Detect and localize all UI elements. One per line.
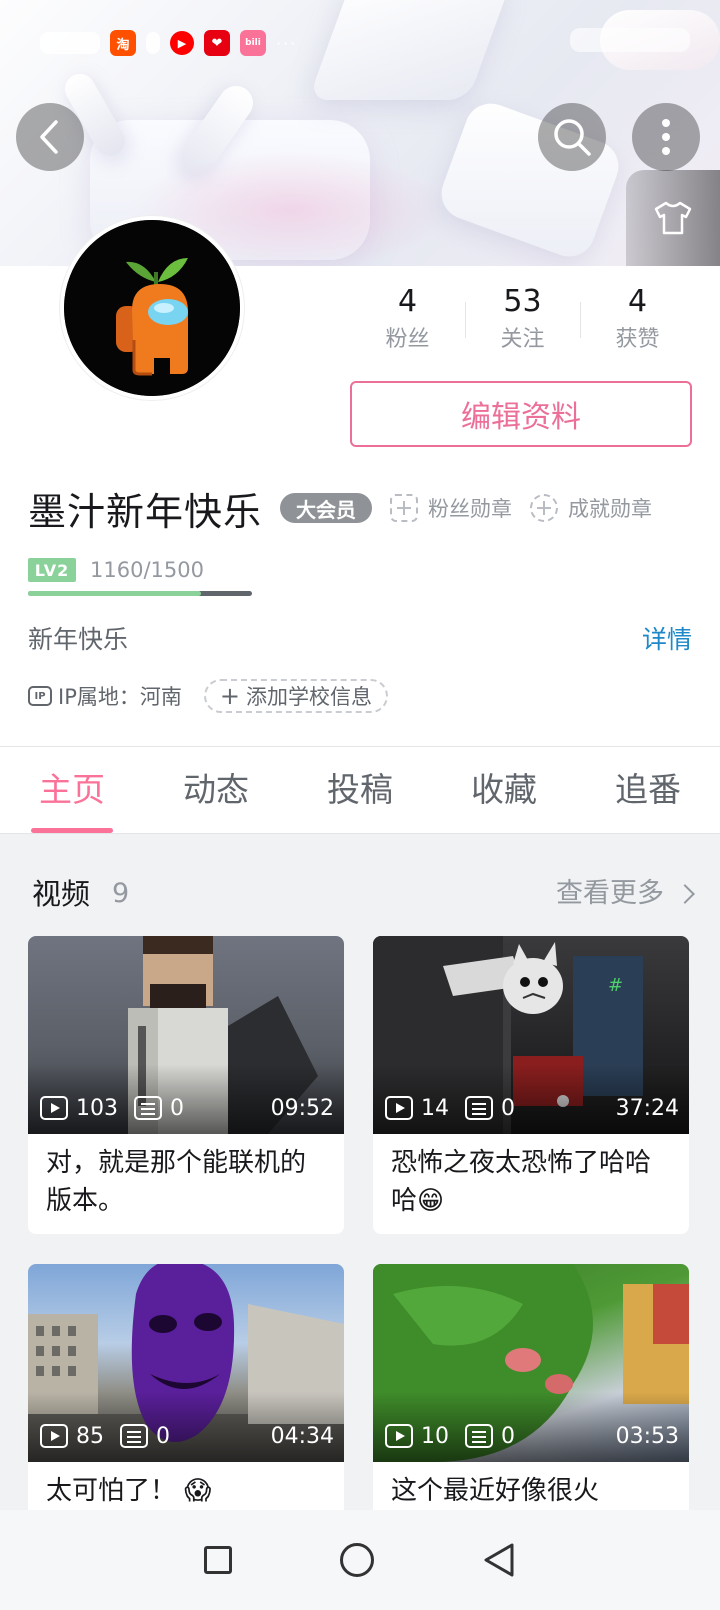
edit-profile-button[interactable]: 编辑资料 (350, 381, 692, 447)
status-bar: 淘 ▶ ❤ bili ··· (0, 0, 720, 80)
achievement-medal-button[interactable]: 成就勋章 (530, 493, 652, 523)
video-duration: 37:24 (615, 1095, 679, 1121)
fan-medal-button[interactable]: 粉丝勋章 (390, 493, 512, 523)
more-vertical-icon (662, 119, 670, 155)
fan-medal-label: 粉丝勋章 (428, 497, 513, 521)
detail-link[interactable]: 详情 (642, 620, 692, 660)
home-button[interactable] (340, 1543, 374, 1577)
play-count-icon (40, 1096, 68, 1120)
add-achievement-icon (530, 494, 559, 522)
more-notifications-icon: ··· (276, 33, 298, 53)
name-row: 墨汁新年快乐 大会员 粉丝勋章 成就勋章 (28, 483, 652, 534)
video-thumbnail: # 14 0 37:24 (373, 936, 689, 1134)
chevron-right-icon (675, 884, 695, 904)
heart-app-icon: ❤ (204, 30, 230, 56)
exp-progress-fill (28, 591, 202, 596)
username: 墨汁新年快乐 (28, 489, 263, 534)
following-count: 53 (503, 284, 542, 319)
signature-text: 新年快乐 (28, 625, 129, 654)
video-thumbnail: 10 0 03:53 (373, 1264, 689, 1462)
add-medal-icon (390, 494, 419, 522)
play-count-icon (40, 1424, 68, 1448)
tshirt-icon (654, 201, 692, 235)
danmaku-count: 0 (170, 1095, 184, 1121)
play-count: 10 (421, 1423, 449, 1449)
svg-text:#: # (608, 975, 623, 996)
video-duration: 04:34 (270, 1423, 334, 1449)
view-more-label: 查看更多 (556, 878, 664, 909)
bilibili-app-icon: bili (240, 30, 266, 56)
video-duration: 03:53 (615, 1423, 679, 1449)
video-title: 对，就是那个能联机的版本。 (46, 1148, 307, 1216)
add-school-label: 添加学校信息 (245, 685, 372, 709)
ip-location-text: IP属地：河南 (58, 685, 182, 709)
followers-count: 4 (397, 284, 418, 319)
danmaku-count-icon (465, 1096, 493, 1120)
add-school-button[interactable]: + 添加学校信息 (203, 679, 388, 713)
profile-page: 淘 ▶ ❤ bili ··· 4 粉丝 53 关注 4 获赞 编辑资料 墨汁新年… (0, 0, 720, 1610)
video-duration: 09:52 (270, 1095, 334, 1121)
play-count-icon (385, 1096, 413, 1120)
danmaku-count: 0 (501, 1423, 515, 1449)
view-more-link[interactable]: 查看更多 (556, 872, 695, 916)
likes-count: 4 (627, 284, 648, 319)
likes-label: 获赞 (615, 327, 660, 352)
section-title: 视频 (32, 877, 91, 911)
more-options-button[interactable] (632, 103, 700, 171)
avatar[interactable] (60, 216, 244, 400)
system-navigation-bar (0, 1510, 720, 1610)
tab-bangumi[interactable]: 追番 (576, 747, 720, 833)
play-count-icon (385, 1424, 413, 1448)
video-card[interactable]: # 14 0 37:24 恐怖之夜太恐怖了哈哈哈😁 (373, 936, 689, 1234)
signature-row: 新年快乐 详情 (28, 620, 692, 660)
followers-label: 粉丝 (385, 327, 430, 352)
video-card[interactable]: 10 0 03:53 这个最近好像很火 (373, 1264, 689, 1524)
status-right-icons (570, 28, 690, 52)
video-thumbnail: 85 0 04:34 (28, 1264, 344, 1462)
tab-favorites[interactable]: 收藏 (432, 747, 576, 833)
video-card[interactable]: 85 0 04:34 太可怕了！ 😱 (28, 1264, 344, 1524)
likes-stat[interactable]: 4 获赞 (580, 282, 695, 362)
section-count: 9 (112, 878, 130, 909)
video-card[interactable]: 103 0 09:52 对，就是那个能联机的版本。 (28, 936, 344, 1234)
back-button[interactable] (16, 103, 84, 171)
change-skin-button[interactable] (626, 170, 720, 266)
danmaku-count-icon (465, 1424, 493, 1448)
tab-uploads[interactable]: 投稿 (288, 747, 432, 833)
search-button[interactable] (538, 103, 606, 171)
level-row[interactable]: LV2 1160/1500 (28, 556, 288, 596)
danmaku-count: 0 (501, 1095, 515, 1121)
search-icon (554, 119, 591, 156)
back-arrow-icon (40, 120, 58, 154)
back-triangle-button[interactable] (482, 1542, 516, 1578)
play-count: 85 (76, 1423, 104, 1449)
following-label: 关注 (500, 327, 545, 352)
play-count: 14 (421, 1095, 449, 1121)
taobao-app-icon: 淘 (110, 30, 136, 56)
danmaku-count-icon (120, 1424, 148, 1448)
vip-badge[interactable]: 大会员 (280, 493, 373, 523)
exp-text: 1160/1500 (90, 558, 204, 582)
profile-tabs: 主页 动态 投稿 收藏 追番 (0, 746, 720, 834)
plus-icon: + (219, 682, 240, 710)
video-app-icon: ▶ (170, 31, 194, 55)
play-count: 103 (76, 1095, 118, 1121)
video-title: 恐怖之夜太恐怖了哈哈哈😁 (391, 1148, 652, 1216)
exp-progress-bar (28, 591, 252, 596)
avatar-crewmate-image (64, 220, 240, 396)
recent-apps-button[interactable] (204, 1546, 232, 1574)
tab-dynamics[interactable]: 动态 (144, 747, 288, 833)
videos-section-header: 视频 9 查看更多 (32, 872, 695, 916)
danmaku-count: 0 (156, 1423, 170, 1449)
danmaku-count-icon (134, 1096, 162, 1120)
followers-stat[interactable]: 4 粉丝 (350, 282, 465, 362)
ip-icon: IP (28, 686, 52, 706)
tab-home[interactable]: 主页 (0, 747, 144, 833)
level-badge: LV2 (28, 558, 76, 582)
achievement-medal-label: 成就勋章 (568, 497, 653, 521)
video-thumbnail: 103 0 09:52 (28, 936, 344, 1134)
ip-row: IP IP属地：河南 + 添加学校信息 (28, 676, 388, 716)
profile-stats: 4 粉丝 53 关注 4 获赞 (350, 282, 695, 362)
following-stat[interactable]: 53 关注 (465, 282, 580, 362)
